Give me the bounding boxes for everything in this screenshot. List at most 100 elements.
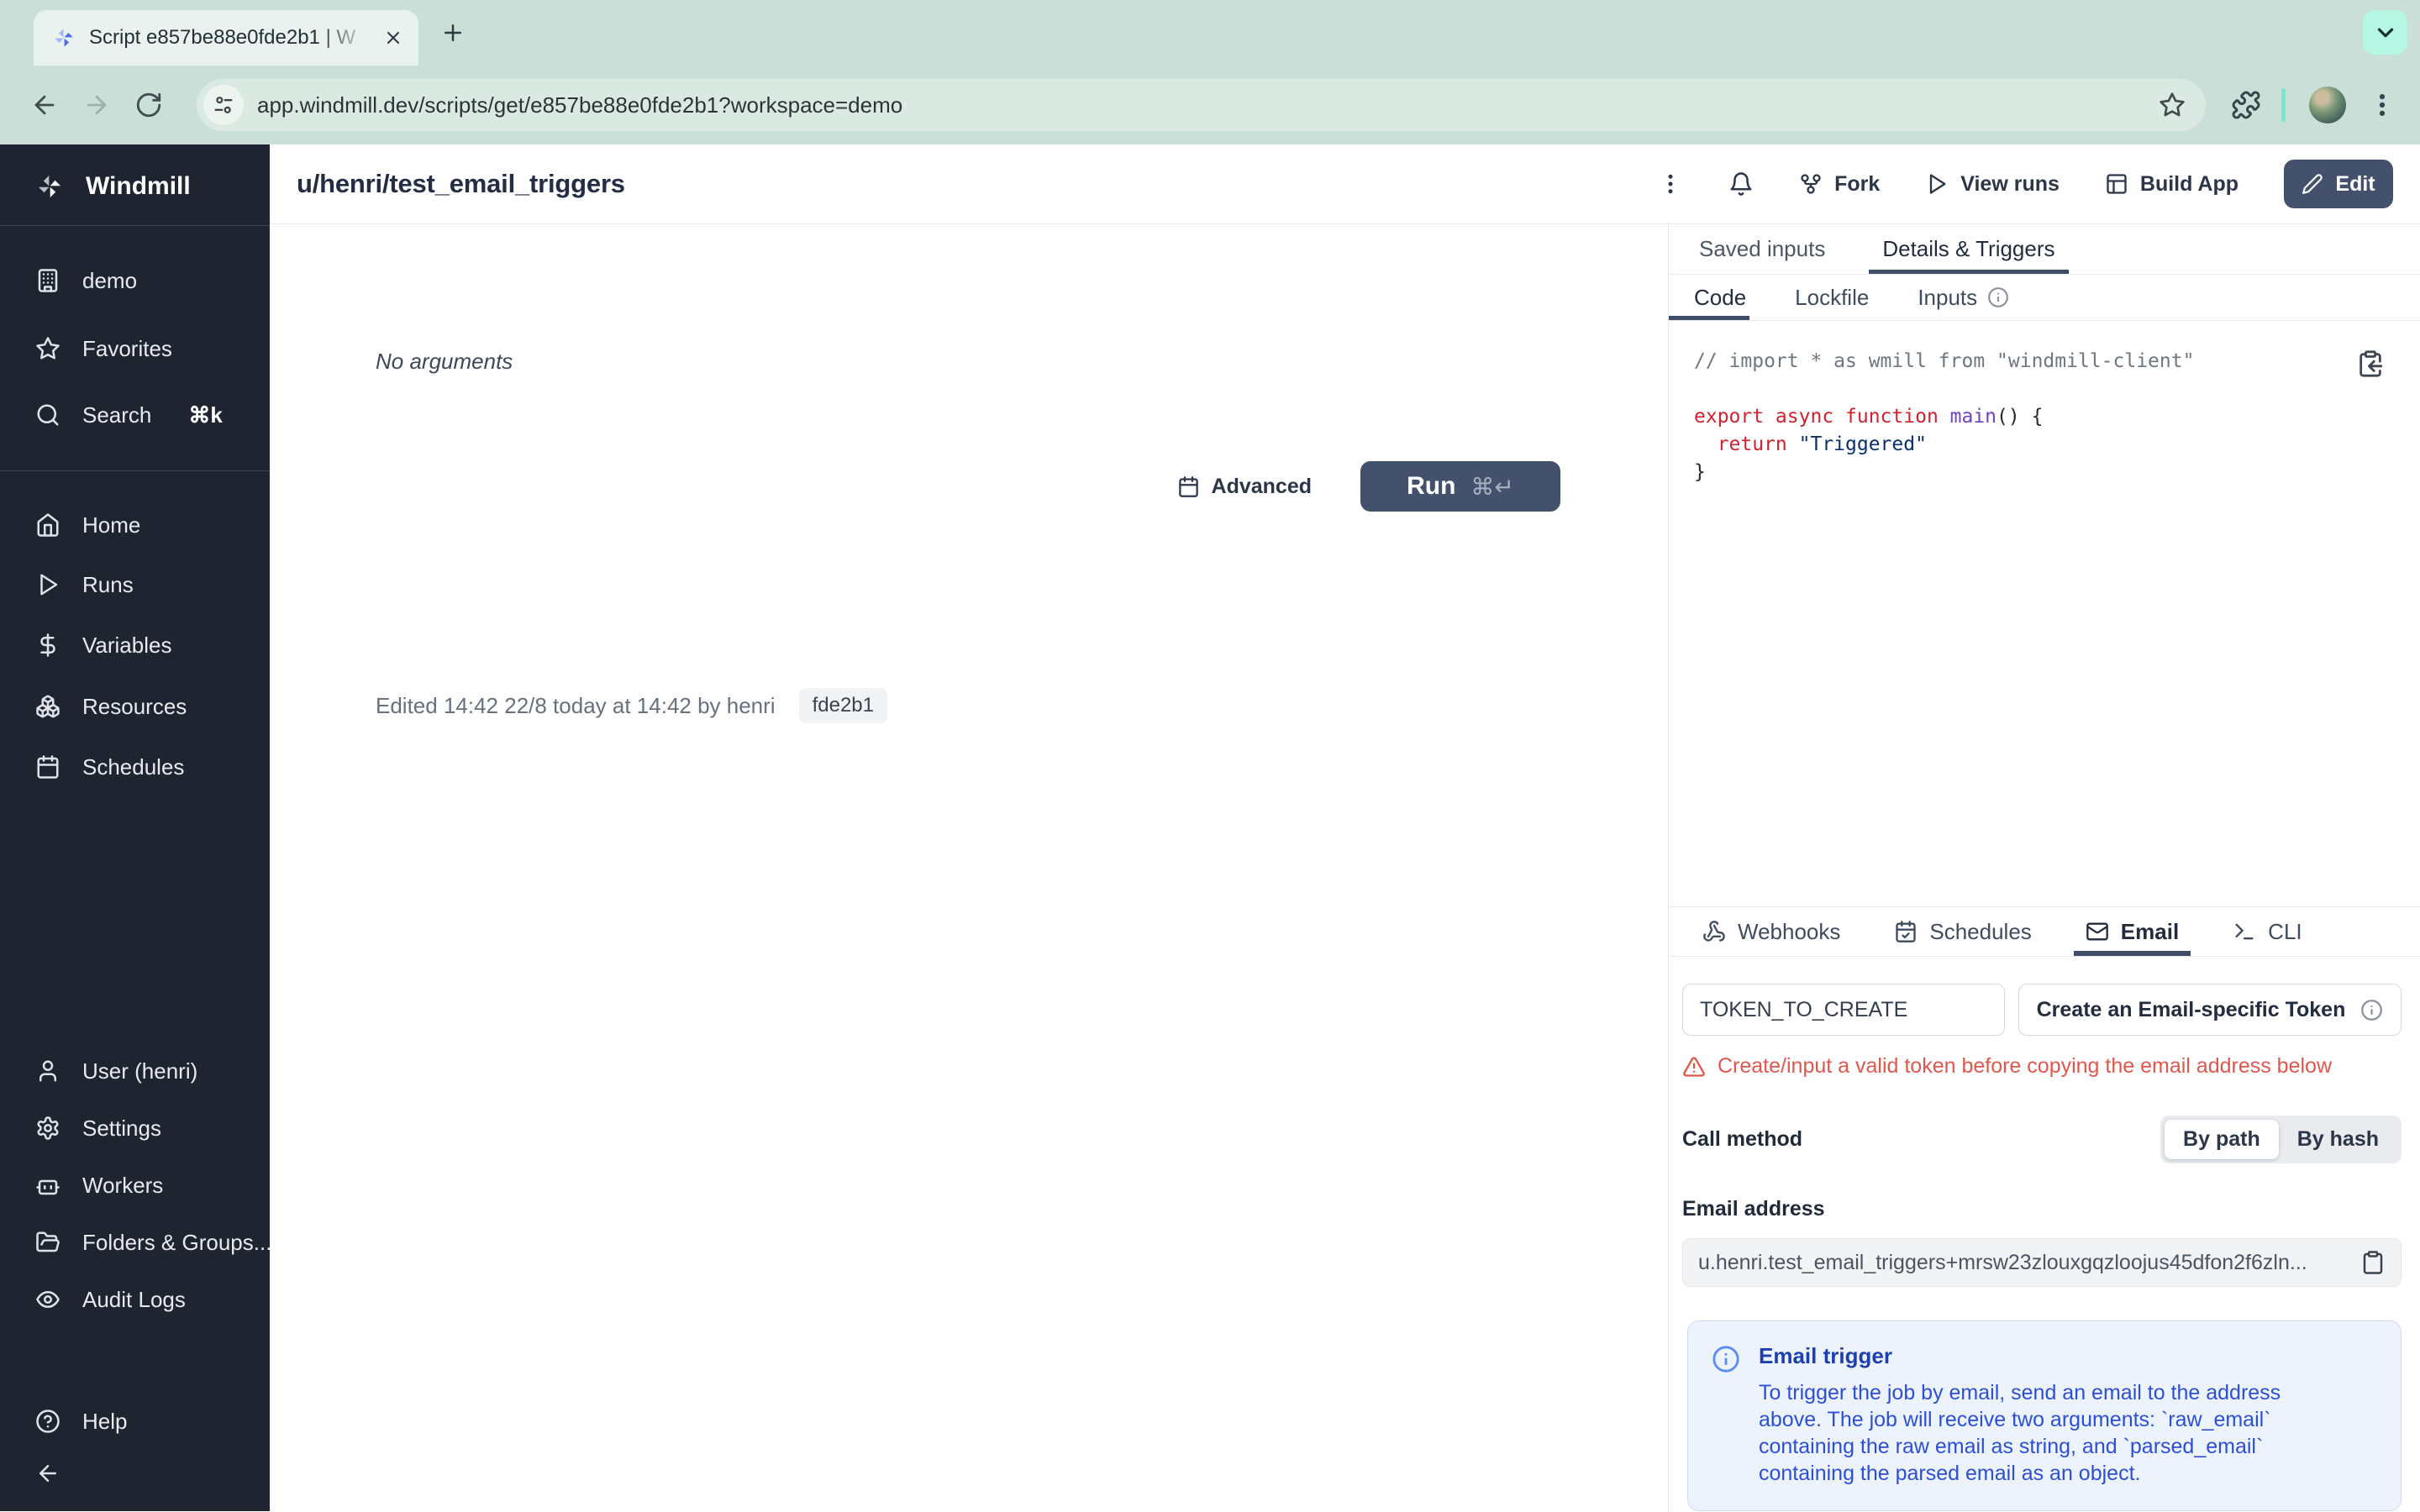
trigger-tabs: Webhooks Schedules Email CLI bbox=[1669, 906, 2420, 957]
code-string: "Triggered" bbox=[1798, 433, 1927, 455]
sidebar-item-label: Search bbox=[82, 402, 152, 428]
sidebar-item-label: Home bbox=[82, 512, 141, 538]
email-address-field[interactable]: u.henri.test_email_triggers+mrsw23zlouxg… bbox=[1682, 1238, 2402, 1287]
run-label: Run bbox=[1407, 472, 1456, 500]
run-shortcut: ⌘↵ bbox=[1470, 473, 1514, 500]
terminal-icon bbox=[2233, 920, 2256, 943]
tab-email[interactable]: Email bbox=[2073, 907, 2191, 956]
by-path-option[interactable]: By path bbox=[2165, 1120, 2279, 1159]
tab-cli[interactable]: CLI bbox=[2233, 907, 2302, 956]
sidebar-collapse-button[interactable] bbox=[0, 1450, 270, 1497]
edit-label: Edit bbox=[2335, 171, 2375, 196]
sidebar-item-label: Workers bbox=[82, 1172, 164, 1198]
calendar-check-icon bbox=[1894, 920, 1918, 943]
edit-button[interactable]: Edit bbox=[2284, 160, 2393, 208]
sidebar-item-favorites[interactable]: Favorites bbox=[0, 325, 270, 372]
call-method-row: Call method By path By hash bbox=[1682, 1116, 2402, 1163]
sidebar-item-settings[interactable]: Settings bbox=[0, 1105, 270, 1152]
sidebar-item-label: Help bbox=[82, 1408, 128, 1434]
version-hash-badge[interactable]: fde2b1 bbox=[798, 688, 887, 723]
forward-icon[interactable] bbox=[82, 91, 111, 119]
create-email-token-button[interactable]: Create an Email-specific Token bbox=[2018, 984, 2402, 1036]
copy-code-icon[interactable] bbox=[2356, 349, 2385, 378]
sidebar-item-label: Favorites bbox=[82, 335, 172, 361]
sidebar: Windmill demo Favorites Search ⌘k Home R… bbox=[0, 144, 271, 1511]
mail-icon bbox=[2086, 920, 2109, 943]
fork-button[interactable]: Fork bbox=[1799, 172, 1880, 197]
sidebar-item-label: Settings bbox=[82, 1115, 161, 1141]
sidebar-item-help[interactable]: Help bbox=[0, 1398, 270, 1445]
code-keyword: return bbox=[1694, 433, 1799, 455]
sidebar-item-workers[interactable]: Workers bbox=[0, 1162, 270, 1209]
view-runs-button[interactable]: View runs bbox=[1925, 172, 2060, 197]
token-input[interactable] bbox=[1682, 984, 2005, 1036]
sidebar-item-home[interactable]: Home bbox=[0, 501, 270, 549]
new-tab-icon[interactable] bbox=[440, 20, 466, 45]
code-viewer[interactable]: // import * as wmill from "windmill-clie… bbox=[1669, 321, 2420, 906]
call-method-toggle: By path By hash bbox=[2160, 1116, 2402, 1163]
tab-schedules[interactable]: Schedules bbox=[1894, 907, 2032, 956]
sidebar-item-label: demo bbox=[82, 267, 138, 293]
tab-webhooks[interactable]: Webhooks bbox=[1702, 907, 1840, 956]
tab-details-triggers[interactable]: Details & Triggers bbox=[1869, 224, 2069, 274]
sidebar-item-label: User (henri) bbox=[82, 1058, 198, 1084]
user-icon bbox=[35, 1058, 60, 1084]
extensions-puzzle-icon[interactable] bbox=[2231, 90, 2261, 120]
back-icon[interactable] bbox=[30, 91, 59, 119]
reload-icon[interactable] bbox=[134, 91, 163, 119]
site-settings-icon[interactable] bbox=[203, 85, 244, 125]
pencil-icon bbox=[2302, 173, 2323, 195]
sidebar-item-runs[interactable]: Runs bbox=[0, 561, 270, 608]
brand[interactable]: Windmill bbox=[0, 163, 270, 210]
gear-icon bbox=[35, 1116, 60, 1141]
tab-webhooks-label: Webhooks bbox=[1738, 918, 1841, 944]
copy-address-icon[interactable] bbox=[2360, 1250, 2386, 1275]
sidebar-item-search[interactable]: Search ⌘k bbox=[0, 391, 270, 438]
tab-email-label: Email bbox=[2120, 918, 2180, 944]
help-circle-icon bbox=[35, 1409, 60, 1434]
by-hash-option[interactable]: By hash bbox=[2279, 1120, 2397, 1159]
brand-name: Windmill bbox=[86, 172, 191, 200]
tab-cli-label: CLI bbox=[2268, 918, 2302, 944]
bookmark-star-icon[interactable] bbox=[2159, 92, 2186, 118]
code-punctuation: } bbox=[1694, 461, 1706, 483]
build-app-button[interactable]: Build App bbox=[2105, 172, 2238, 197]
profile-avatar[interactable] bbox=[2309, 87, 2346, 123]
sidebar-item-user[interactable]: User (henri) bbox=[0, 1047, 270, 1095]
call-method-label: Call method bbox=[1682, 1127, 1803, 1151]
page-title: u/henri/test_email_triggers bbox=[297, 169, 625, 198]
url-bar[interactable]: app.windmill.dev/scripts/get/e857be88e0f… bbox=[197, 79, 2206, 131]
bell-icon[interactable] bbox=[1728, 171, 1754, 197]
sidebar-divider bbox=[0, 225, 270, 226]
sidebar-item-folders-groups[interactable]: Folders & Groups... bbox=[0, 1219, 271, 1266]
advanced-button[interactable]: Advanced bbox=[1177, 475, 1312, 499]
more-options-icon[interactable] bbox=[1658, 171, 1683, 197]
code-keyword: export async function bbox=[1694, 406, 1950, 428]
browser-tab[interactable]: Script e857be88e0fde2b1 | W bbox=[34, 10, 418, 66]
body: No arguments Advanced Run ⌘↵ Edited 14:4… bbox=[270, 224, 2420, 1511]
tab-close-icon[interactable] bbox=[383, 28, 403, 48]
robot-icon bbox=[35, 1173, 60, 1198]
sidebar-item-variables[interactable]: Variables bbox=[0, 622, 270, 669]
email-trigger-section: Create an Email-specific Token Create/in… bbox=[1669, 957, 2420, 1511]
email-address-label: Email address bbox=[1682, 1197, 1825, 1221]
windmill-logo-icon bbox=[35, 172, 64, 201]
tab-code[interactable]: Code bbox=[1669, 275, 1750, 320]
browser-menu-icon[interactable] bbox=[2368, 91, 2396, 119]
play-icon bbox=[35, 572, 60, 597]
sidebar-item-workspace[interactable]: demo bbox=[0, 257, 270, 304]
tab-lockfile[interactable]: Lockfile bbox=[1795, 275, 1869, 320]
sidebar-item-resources[interactable]: Resources bbox=[0, 683, 270, 730]
chevron-down-icon[interactable] bbox=[2363, 10, 2407, 55]
webhook-icon bbox=[1702, 920, 1726, 943]
tab-schedules-label: Schedules bbox=[1929, 918, 2032, 944]
header-actions: Fork View runs Build App Edit bbox=[1658, 160, 2393, 208]
sidebar-item-schedules[interactable]: Schedules bbox=[0, 743, 270, 790]
toolbar-separator bbox=[2281, 88, 2286, 122]
run-button[interactable]: Run ⌘↵ bbox=[1360, 461, 1560, 512]
sidebar-item-audit-logs[interactable]: Audit Logs bbox=[0, 1276, 270, 1323]
fork-label: Fork bbox=[1834, 171, 1881, 196]
tab-inputs[interactable]: Inputs bbox=[1918, 275, 2009, 320]
screen: Script e857be88e0fde2b1 | W app.windmill… bbox=[0, 0, 2420, 1512]
tab-saved-inputs[interactable]: Saved inputs bbox=[1696, 224, 1828, 274]
